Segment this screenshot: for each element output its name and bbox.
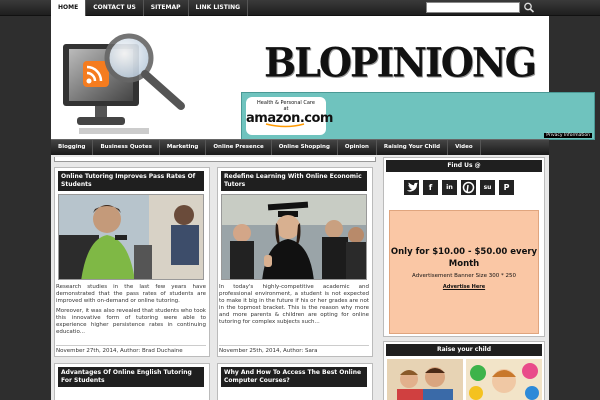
find-us-heading: Find Us @ — [386, 160, 542, 172]
post-meta: November 25th, 2014, Author: Sara — [219, 345, 369, 354]
tutoring-student-image — [59, 195, 203, 279]
pocket-icon[interactable]: P — [499, 180, 514, 195]
family-image[interactable] — [387, 359, 463, 400]
post-excerpt-p2: Moreover, it was also revealed that stud… — [56, 308, 206, 335]
social-links: f in su P — [404, 180, 514, 195]
amazon-logo: amazon.com — [246, 111, 333, 126]
nav-opinion[interactable]: Opinion — [338, 140, 377, 155]
painted-hands-image[interactable] — [466, 359, 542, 400]
search-icon[interactable] — [522, 1, 536, 14]
rss-magnifier-logo-icon — [63, 33, 185, 134]
twitter-icon[interactable] — [404, 180, 419, 195]
post-thumbnail[interactable] — [221, 194, 367, 280]
top-nav-sitemap[interactable]: SITEMAP — [144, 0, 189, 16]
top-nav-contact-us[interactable]: CONTACT US — [86, 0, 144, 16]
post-title[interactable]: Redefine Learning With Online Economic T… — [221, 171, 367, 191]
top-nav-home[interactable]: HOME — [51, 0, 87, 16]
facebook-icon[interactable]: f — [423, 180, 438, 195]
post-card: Why And How To Access The Best Online Co… — [217, 363, 373, 400]
linkedin-icon[interactable]: in — [442, 180, 457, 195]
raise-child-heading: Raise your child — [386, 344, 542, 356]
breadcrumb-box — [54, 157, 376, 162]
post-excerpt: In today's highly-competitive academic a… — [219, 284, 369, 329]
amazon-ad-box[interactable]: Health & Personal Care at amazon.com — [246, 97, 333, 135]
advertise-here-link[interactable]: Advertise Here — [390, 284, 538, 290]
raise-child-widget: Raise your child — [383, 341, 545, 400]
content-area: Online Tutoring Improves Pass Rates Of S… — [51, 155, 549, 400]
post-excerpt: Research studies in the last few years h… — [56, 284, 206, 339]
post-title[interactable]: Online Tutoring Improves Pass Rates Of S… — [58, 171, 204, 191]
find-us-widget: Find Us @ f in su P Only for $10.00 - $5… — [383, 157, 545, 337]
advertise-promo[interactable]: Only for $10.00 - $50.00 every Month Adv… — [389, 210, 539, 334]
post-thumbnail[interactable] — [58, 194, 204, 280]
nav-marketing[interactable]: Marketing — [160, 140, 207, 155]
pinterest-icon[interactable] — [461, 180, 476, 195]
main-nav: Blogging Business Quotes Marketing Onlin… — [51, 139, 549, 155]
nav-blogging[interactable]: Blogging — [51, 140, 94, 155]
post-title[interactable]: Advantages Of Online English Tutoring Fo… — [58, 367, 204, 387]
post-card: Redefine Learning With Online Economic T… — [217, 167, 373, 357]
nav-business-quotes[interactable]: Business Quotes — [93, 140, 160, 155]
promo-title: Only for $10.00 - $50.00 every Month — [390, 247, 538, 269]
top-nav-link-listing[interactable]: LINK LISTING — [189, 0, 249, 16]
site-header: BLOPINIONG Health & Personal Care at ama… — [51, 16, 595, 140]
stumbleupon-icon[interactable]: su — [480, 180, 495, 195]
nav-online-presence[interactable]: Online Presence — [206, 140, 272, 155]
post-title[interactable]: Why And How To Access The Best Online Co… — [221, 367, 367, 387]
amazon-ad-banner[interactable]: Health & Personal Care at amazon.com Pri… — [241, 92, 595, 140]
site-logo[interactable]: BLOPINIONG — [264, 39, 537, 86]
privacy-information-link[interactable]: Privacy Information — [544, 133, 592, 138]
nav-raising-your-child[interactable]: Raising Your Child — [377, 140, 449, 155]
post-excerpt-p1: In today's highly-competitive academic a… — [219, 284, 369, 325]
top-bar: HOME CONTACT US SITEMAP LINK LISTING — [0, 0, 600, 16]
nav-online-shopping[interactable]: Online Shopping — [272, 140, 338, 155]
top-nav: HOME CONTACT US SITEMAP LINK LISTING — [51, 0, 249, 16]
promo-size: Advertisement Banner Size 300 * 250 — [412, 273, 516, 279]
post-meta: November 27th, 2014, Author: Brad Duchai… — [56, 345, 206, 354]
search-input[interactable] — [426, 2, 520, 13]
graduate-image — [222, 195, 366, 279]
post-card: Advantages Of Online English Tutoring Fo… — [54, 363, 210, 400]
post-card: Online Tutoring Improves Pass Rates Of S… — [54, 167, 210, 357]
post-excerpt-p1: Research studies in the last few years h… — [56, 284, 206, 304]
nav-video[interactable]: Video — [448, 140, 481, 155]
